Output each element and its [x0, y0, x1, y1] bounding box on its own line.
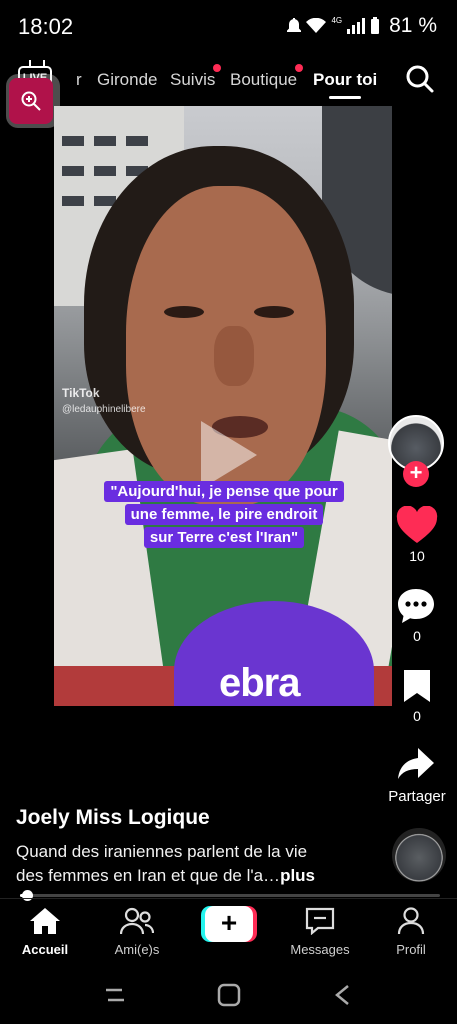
tab-gironde[interactable]: Gironde	[97, 70, 157, 90]
create-button[interactable]: +	[201, 906, 257, 942]
alarm-icon	[287, 18, 302, 32]
watermark-username: @ledauphinelibere	[62, 404, 146, 415]
suivis-notification-dot	[213, 64, 221, 72]
more-link[interactable]: plus	[280, 866, 315, 885]
magnifier-bubble-inner	[9, 78, 53, 124]
author-name[interactable]: Joely Miss Logique	[16, 806, 210, 830]
person-eye-left	[164, 306, 204, 318]
messages-icon	[305, 907, 335, 936]
comment-icon[interactable]	[396, 587, 436, 625]
post-description[interactable]: Quand des iraniennes parlent de la vie d…	[16, 840, 376, 888]
play-icon[interactable]	[201, 421, 257, 489]
video-caption: "Aujourd'hui, je pense que pour une femm…	[86, 480, 362, 549]
nav-accueil-label: Accueil	[21, 942, 69, 957]
friends-icon	[119, 907, 155, 935]
nav-profil[interactable]: Profil	[366, 907, 456, 957]
person-nose	[214, 326, 254, 386]
like-count: 10	[409, 548, 425, 564]
signal-icon	[347, 18, 366, 34]
wifi-icon	[306, 18, 327, 33]
caption-line-1: "Aujourd'hui, je pense que pour	[104, 481, 344, 502]
share-label[interactable]: Partager	[378, 788, 456, 805]
system-nav-bar	[0, 964, 457, 1024]
video-progress-bar[interactable]	[20, 890, 440, 901]
magnifier-bubble[interactable]	[6, 74, 60, 128]
tab-pour-toi[interactable]: Pour toi	[313, 70, 377, 99]
home-icon	[30, 908, 60, 934]
create-plus-icon: +	[205, 906, 253, 942]
nav-messages[interactable]: Messages	[275, 907, 365, 957]
nav-profil-label: Profil	[396, 942, 426, 957]
status-time: 18:02	[18, 14, 74, 39]
save-count: 0	[413, 708, 421, 724]
like-icon[interactable]	[396, 506, 438, 544]
network-type: 4G	[331, 15, 343, 25]
description-line-1: Quand des iraniennes parlent de la vie	[16, 842, 308, 861]
nav-accueil[interactable]: Accueil	[0, 907, 90, 957]
share-icon[interactable]	[396, 746, 436, 782]
profile-icon	[397, 907, 425, 935]
music-disc[interactable]	[392, 828, 446, 882]
status-bar: 18:02 4G 81 %	[0, 0, 457, 52]
caption-line-3: sur Terre c'est l'Iran"	[143, 527, 305, 548]
nav-amis-label: Ami(e)s	[114, 942, 160, 957]
follow-button[interactable]: +	[403, 461, 429, 487]
battery-icon	[371, 17, 380, 34]
back-icon[interactable]	[328, 982, 358, 1008]
bookmark-icon[interactable]	[402, 668, 432, 704]
boutique-notification-dot	[295, 64, 303, 72]
tab-partial[interactable]: r	[76, 70, 82, 90]
tiktok-watermark: TikTok	[62, 386, 100, 400]
nav-amis[interactable]: Ami(e)s	[92, 907, 182, 957]
status-icons: 4G 81 %	[287, 14, 437, 38]
nav-messages-label: Messages	[290, 942, 350, 957]
description-line-2: des femmes en Iran et que de l'a…	[16, 866, 281, 885]
home-button-icon[interactable]	[214, 982, 244, 1008]
person-eye-right	[254, 306, 294, 318]
search-icon[interactable]	[405, 64, 435, 94]
recent-apps-icon[interactable]	[100, 982, 130, 1008]
caption-line-2: une femme, le pire endroit	[124, 504, 324, 525]
zoom-in-icon	[21, 91, 41, 111]
tab-suivis[interactable]: Suivis	[170, 70, 215, 90]
tab-boutique[interactable]: Boutique	[230, 70, 297, 90]
mic-brand-logo: ebra	[219, 661, 300, 705]
video-player[interactable]: ebra TikTok @ledauphinelibere "Aujourd'h…	[54, 106, 392, 706]
top-nav: LIVE r Gironde Suivis Boutique Pour toi	[0, 60, 457, 100]
battery-level: 81 %	[389, 14, 437, 37]
comment-count: 0	[413, 628, 421, 644]
